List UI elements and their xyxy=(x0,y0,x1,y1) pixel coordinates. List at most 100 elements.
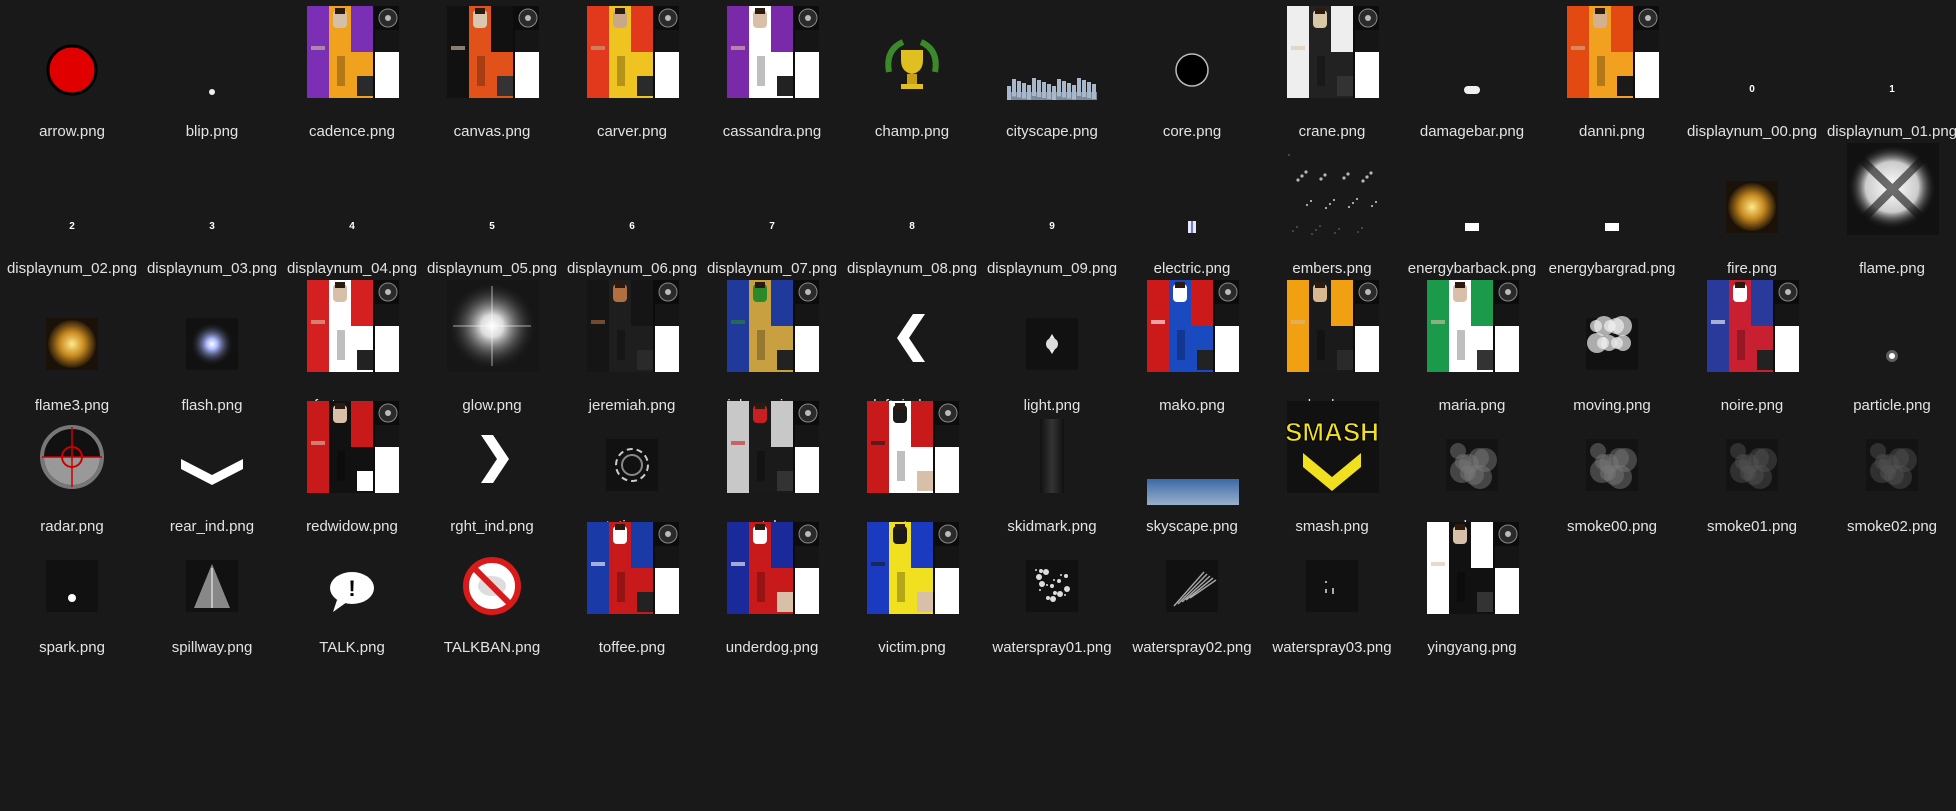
file-thumbnail xyxy=(423,516,561,636)
file-thumbnail xyxy=(983,0,1121,120)
file-item-carver[interactable]: carver.png xyxy=(563,0,701,160)
thumbnail-image xyxy=(307,401,399,493)
file-item-spillway[interactable]: spillway.png xyxy=(143,516,281,676)
file-thumbnail xyxy=(1263,274,1401,394)
file-item-waterspray01[interactable]: waterspray01.png xyxy=(983,516,1121,676)
file-name-label: waterspray03.png xyxy=(1272,639,1392,656)
thumbnail-image xyxy=(897,314,925,362)
thumbnail-image xyxy=(1586,439,1638,491)
file-name-label: underdog.png xyxy=(725,639,819,656)
file-item-smoke00[interactable]: smoke00.png xyxy=(1543,395,1681,555)
thumbnail-image xyxy=(587,6,679,98)
file-item-smoke01[interactable]: smoke01.png xyxy=(1683,395,1821,555)
file-item-cassandra[interactable]: cassandra.png xyxy=(703,0,841,160)
file-item-displaynum-01[interactable]: 1 displaynum_01.png xyxy=(1823,0,1956,160)
file-item-spark[interactable]: spark.png xyxy=(3,516,141,676)
file-thumbnail xyxy=(143,0,281,120)
file-thumbnail xyxy=(1403,274,1541,394)
svg-text:4: 4 xyxy=(349,221,355,232)
svg-text:6: 6 xyxy=(629,221,635,232)
file-item-displaynum-08[interactable]: 8 displaynum_08.png xyxy=(843,137,981,297)
file-item-yingyang[interactable]: yingyang.png xyxy=(1403,516,1541,676)
file-item-energybarback[interactable]: energybarback.png xyxy=(1403,137,1541,297)
file-item-cadence[interactable]: cadence.png xyxy=(283,0,421,160)
file-thumbnail xyxy=(1683,137,1821,257)
file-item-crane[interactable]: crane.png xyxy=(1263,0,1401,160)
file-item-displaynum-09[interactable]: 9 displaynum_09.png xyxy=(983,137,1121,297)
file-thumbnail xyxy=(1403,395,1541,515)
file-item-talkban[interactable]: TALKBAN.png xyxy=(423,516,561,676)
file-item-displaynum-02[interactable]: 2 displaynum_02.png xyxy=(3,137,141,297)
thumbnail-image xyxy=(1464,86,1480,94)
thumbnail-image: 9 xyxy=(1049,221,1055,232)
file-name-label: toffee.png xyxy=(598,639,666,656)
svg-text:SMASH: SMASH xyxy=(1285,417,1379,447)
file-item-arrow[interactable]: arrow.png xyxy=(3,0,141,160)
file-item-flame[interactable]: flame.png xyxy=(1823,137,1956,297)
file-thumbnail: 8 xyxy=(843,137,981,257)
file-item-underdog[interactable]: underdog.png xyxy=(703,516,841,676)
file-item-electric[interactable]: electric.png xyxy=(1123,137,1261,297)
svg-text:!: ! xyxy=(348,576,355,601)
thumbnail-image xyxy=(46,318,98,370)
file-item-waterspray02[interactable]: waterspray02.png xyxy=(1123,516,1261,676)
thumbnail-image xyxy=(186,560,238,612)
file-item-energybargrad[interactable]: energybargrad.png xyxy=(1543,137,1681,297)
file-item-danni[interactable]: danni.png xyxy=(1543,0,1681,160)
file-thumbnail xyxy=(563,516,701,636)
file-item-displaynum-04[interactable]: 4 displaynum_04.png xyxy=(283,137,421,297)
file-thumbnail xyxy=(283,0,421,120)
file-item-smoke02[interactable]: smoke02.png xyxy=(1823,395,1956,555)
thumbnail-image xyxy=(40,425,104,489)
file-item-toffee[interactable]: toffee.png xyxy=(563,516,701,676)
file-thumbnail xyxy=(1263,0,1401,120)
file-thumbnail: 0 xyxy=(1683,0,1821,120)
thumbnail-image xyxy=(46,44,98,96)
file-item-waterspray03[interactable]: waterspray03.png xyxy=(1263,516,1401,676)
file-thumbnail xyxy=(983,274,1121,394)
thumbnail-image xyxy=(447,280,539,372)
file-thumbnail: 2 xyxy=(3,137,141,257)
file-thumbnail xyxy=(563,395,701,515)
file-thumbnail xyxy=(1543,0,1681,120)
file-item-talk[interactable]: ! TALK.png xyxy=(283,516,421,676)
file-item-canvas[interactable]: canvas.png xyxy=(423,0,561,160)
file-item-fire[interactable]: fire.png xyxy=(1683,137,1821,297)
file-item-displaynum-06[interactable]: 6 displaynum_06.png xyxy=(563,137,701,297)
svg-text:0: 0 xyxy=(1749,84,1755,95)
file-thumbnail xyxy=(1683,395,1821,515)
thumbnail-image xyxy=(1707,280,1799,372)
file-item-embers[interactable]: embers.png xyxy=(1263,137,1401,297)
file-item-damagebar[interactable]: damagebar.png xyxy=(1403,0,1541,160)
file-item-core[interactable]: core.png xyxy=(1123,0,1261,160)
file-thumbnail xyxy=(143,516,281,636)
svg-text:7: 7 xyxy=(769,221,775,232)
file-thumbnail xyxy=(3,274,141,394)
thumbnail-image xyxy=(1026,560,1078,612)
file-item-displaynum-05[interactable]: 5 displaynum_05.png xyxy=(423,137,561,297)
file-thumbnail xyxy=(3,0,141,120)
file-thumbnail: 6 xyxy=(563,137,701,257)
file-grid: arrow.png blip.png cadence.png canvas.png ca… xyxy=(0,0,1956,811)
file-item-blip[interactable]: blip.png xyxy=(143,0,281,160)
thumbnail-image xyxy=(727,401,819,493)
file-item-displaynum-00[interactable]: 0 displaynum_00.png xyxy=(1683,0,1821,160)
thumbnail-image xyxy=(1847,143,1939,235)
svg-text:8: 8 xyxy=(909,221,915,232)
file-thumbnail xyxy=(1123,274,1261,394)
file-name-label: smoke01.png xyxy=(1706,518,1798,535)
file-item-displaynum-03[interactable]: 3 displaynum_03.png xyxy=(143,137,281,297)
file-thumbnail xyxy=(1403,0,1541,120)
file-item-displaynum-07[interactable]: 7 displaynum_07.png xyxy=(703,137,841,297)
thumbnail-image xyxy=(727,522,819,614)
file-thumbnail xyxy=(1123,395,1261,515)
file-item-champ[interactable]: champ.png xyxy=(843,0,981,160)
thumbnail-image xyxy=(1886,350,1898,362)
file-thumbnail xyxy=(1263,516,1401,636)
file-thumbnail xyxy=(983,516,1121,636)
file-item-cityscape[interactable]: cityscape.png xyxy=(983,0,1121,160)
file-thumbnail xyxy=(1123,137,1261,257)
thumbnail-image xyxy=(587,280,679,372)
file-thumbnail xyxy=(703,516,841,636)
file-item-victim[interactable]: victim.png xyxy=(843,516,981,676)
